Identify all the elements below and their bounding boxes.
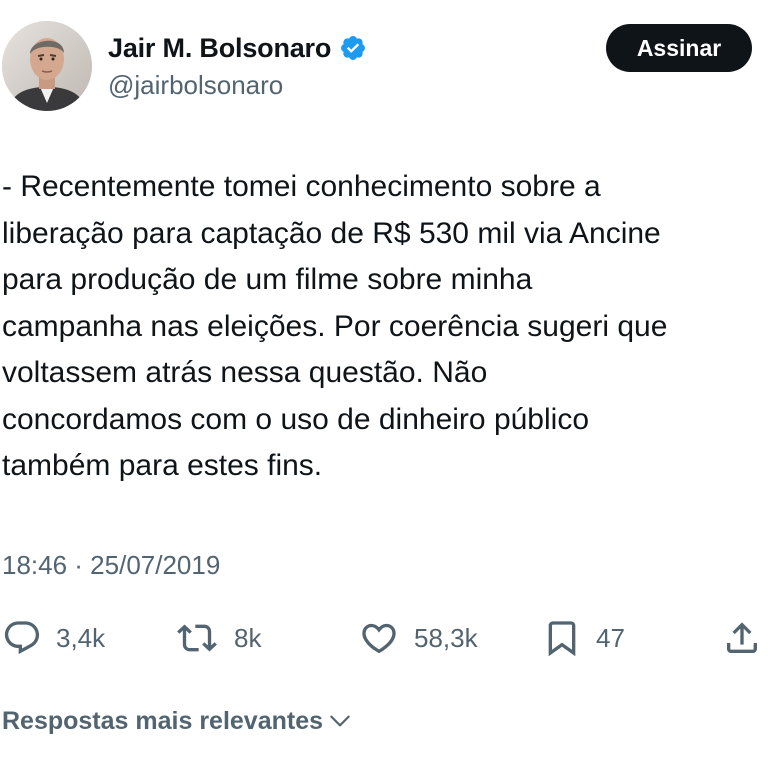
- avatar-image: [2, 21, 92, 111]
- heart-icon: [362, 623, 396, 654]
- tweet-line: para produção de um filme sobre minha: [2, 263, 533, 296]
- tweet-line: também para estes fins.: [2, 449, 323, 482]
- replies-sort-dropdown[interactable]: Respostas mais relevantes: [2, 703, 353, 739]
- tweet-line: liberação para captação de R$ 530 mil vi…: [2, 216, 661, 250]
- reply-icon: [4, 621, 40, 655]
- tweet-page: Jair M. Bolsonaro @jairbolsonaro Assinar…: [0, 0, 768, 768]
- tweet-text: - Recentemente tomei conhecimento sobre …: [2, 164, 768, 490]
- tweet-timestamp[interactable]: 18:46 · 25/07/2019: [2, 550, 220, 581]
- bookmark-count: 47: [596, 622, 625, 653]
- bookmark-button[interactable]: 47: [542, 614, 625, 662]
- repost-icon: [177, 624, 217, 652]
- handle[interactable]: @jairbolsonaro: [108, 70, 283, 101]
- like-count: 58,3k: [414, 622, 478, 653]
- bookmark-icon: [548, 621, 576, 657]
- author-name-row[interactable]: Jair M. Bolsonaro: [108, 28, 367, 68]
- repost-button[interactable]: 8k: [174, 614, 261, 662]
- tweet-line: concordamos com o uso de dinheiro públic…: [2, 402, 590, 436]
- replies-sort-label: Respostas mais relevantes: [2, 706, 324, 735]
- tweet-line: voltassem atrás nessa questão. Não: [2, 356, 488, 389]
- share-button[interactable]: [722, 614, 762, 662]
- tweet-line: campanha nas eleições. Por coerência sug…: [2, 309, 668, 343]
- reply-button[interactable]: 3,4k: [2, 614, 105, 662]
- display-name[interactable]: Jair M. Bolsonaro: [108, 33, 331, 64]
- reply-count: 3,4k: [56, 622, 106, 653]
- repost-count: 8k: [234, 622, 262, 653]
- share-icon: [727, 622, 757, 653]
- chevron-down-icon: [330, 715, 350, 727]
- action-bar: 3,4k 8k 58,3k 47: [0, 614, 768, 662]
- like-button[interactable]: 58,3k: [358, 614, 478, 662]
- avatar[interactable]: [2, 21, 92, 111]
- subscribe-button[interactable]: Assinar: [606, 24, 752, 72]
- tweet-line: - Recentemente tomei conhecimento sobre …: [2, 170, 601, 203]
- verified-badge-icon: [339, 34, 367, 62]
